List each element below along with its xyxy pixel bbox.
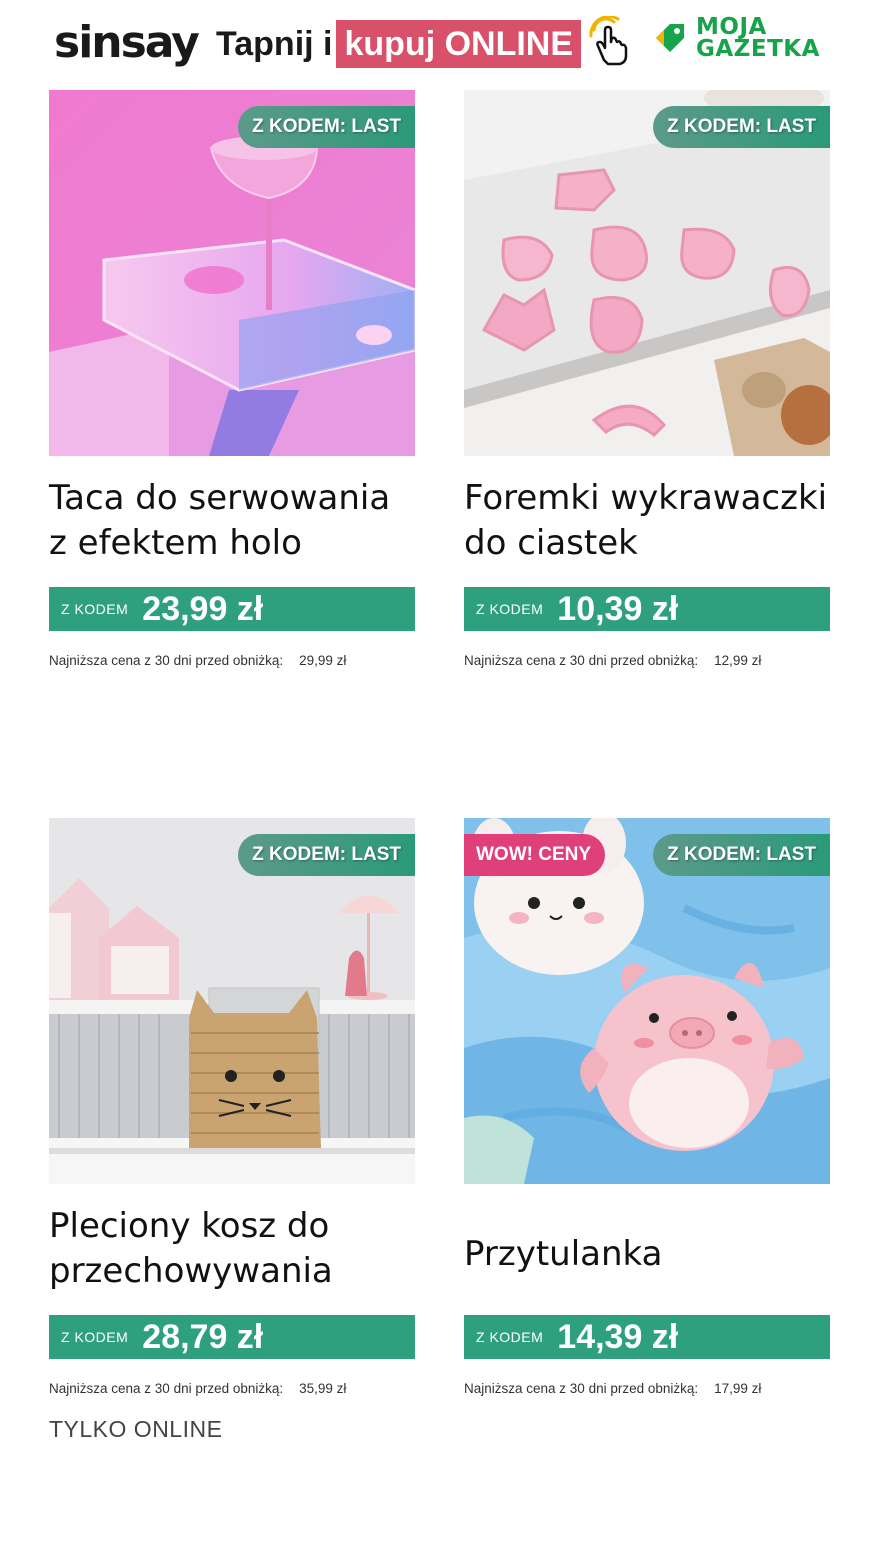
price-label: Z KODEM	[476, 1329, 544, 1345]
product-card-holo-tray[interactable]: Z KODEM: LAST Taca do serwowania z efekt…	[49, 90, 415, 680]
header: sinsay Tapnij i kupuj ONLINE MOJA GAZETK…	[0, 0, 879, 90]
product-title-line2: przechowywania	[49, 1251, 333, 1291]
lowest-price-value: 12,99 zł	[714, 653, 762, 668]
product-image-plush-toy[interactable]: WOW! CENY Z KODEM: LAST	[464, 818, 830, 1184]
price-bar: Z KODEM 28,79 zł	[49, 1315, 415, 1359]
tagline-prefix: Tapnij i	[216, 24, 333, 63]
lowest-price-info: Najniższa cena z 30 dni przed obniżką: 1…	[464, 1381, 830, 1396]
gazetka-line2: GAZETKA	[696, 36, 820, 62]
price-value: 10,39 zł	[557, 589, 679, 628]
price-bar: Z KODEM 23,99 zł	[49, 587, 415, 631]
tagline-highlight: kupuj ONLINE	[336, 20, 582, 68]
product-title-line1: Przytulanka	[464, 1233, 663, 1274]
product-card-woven-basket[interactable]: Z KODEM: LAST Pleciony kosz do przechowy…	[49, 818, 415, 1408]
product-title[interactable]: Przytulanka	[464, 1204, 844, 1304]
lowest-price-label: Najniższa cena z 30 dni przed obniżką:	[49, 653, 284, 668]
product-title-line2: z efektem holo	[49, 523, 302, 563]
price-bar: Z KODEM 14,39 zł	[464, 1315, 830, 1359]
lowest-price-label: Najniższa cena z 30 dni przed obniżką:	[464, 653, 699, 668]
lowest-price-info: Najniższa cena z 30 dni przed obniżką: 1…	[464, 653, 830, 668]
product-title-line1: Taca do serwowania	[49, 478, 391, 518]
lowest-price-value: 17,99 zł	[714, 1381, 762, 1396]
price-label: Z KODEM	[61, 601, 129, 617]
lowest-price-label: Najniższa cena z 30 dni przed obniżką:	[464, 1381, 699, 1396]
price-value: 23,99 zł	[142, 589, 264, 628]
wow-ceny-badge: WOW! CENY	[464, 834, 606, 876]
product-title-line1: Foremki wykrawaczki	[464, 478, 828, 518]
promo-code-badge: Z KODEM: LAST	[653, 834, 830, 876]
product-image-cookie-cutters[interactable]: Z KODEM: LAST	[464, 90, 830, 456]
lowest-price-label: Najniższa cena z 30 dni przed obniżką:	[49, 1381, 284, 1396]
price-label: Z KODEM	[61, 1329, 129, 1345]
promo-code-badge: Z KODEM: LAST	[238, 106, 415, 148]
sinsay-logo[interactable]: sinsay	[54, 18, 200, 68]
moja-gazetka-logo[interactable]: MOJA GAZETKA	[652, 16, 832, 66]
promo-code-badge: Z KODEM: LAST	[653, 106, 830, 148]
product-title[interactable]: Pleciony kosz do przechowywania	[49, 1204, 429, 1304]
price-label: Z KODEM	[476, 601, 544, 617]
product-title-line1: Pleciony kosz do	[49, 1206, 330, 1246]
price-value: 14,39 zł	[557, 1317, 679, 1356]
product-image-woven-basket[interactable]: Z KODEM: LAST	[49, 818, 415, 1184]
product-title-line2: do ciastek	[464, 523, 638, 563]
product-title[interactable]: Taca do serwowania z efektem holo	[49, 476, 429, 576]
product-image-holo-tray[interactable]: Z KODEM: LAST	[49, 90, 415, 456]
product-card-cookie-cutters[interactable]: Z KODEM: LAST Foremki wykrawaczki do cia…	[464, 90, 830, 680]
tag-icon	[656, 24, 684, 52]
product-card-plush-toy[interactable]: WOW! CENY Z KODEM: LAST Przytulanka Z KO…	[464, 818, 830, 1408]
gazetka-line1: MOJA	[696, 14, 767, 40]
tap-hand-icon	[588, 15, 634, 66]
tagline[interactable]: Tapnij i kupuj ONLINE	[216, 20, 582, 68]
online-only-note: TYLKO ONLINE	[49, 1416, 223, 1442]
lowest-price-info: Najniższa cena z 30 dni przed obniżką: 3…	[49, 1381, 415, 1396]
product-title[interactable]: Foremki wykrawaczki do ciastek	[464, 476, 844, 576]
lowest-price-info: Najniższa cena z 30 dni przed obniżką: 2…	[49, 653, 415, 668]
lowest-price-value: 29,99 zł	[299, 653, 347, 668]
price-bar: Z KODEM 10,39 zł	[464, 587, 830, 631]
promo-code-badge: Z KODEM: LAST	[238, 834, 415, 876]
lowest-price-value: 35,99 zł	[299, 1381, 347, 1396]
price-value: 28,79 zł	[142, 1317, 264, 1356]
